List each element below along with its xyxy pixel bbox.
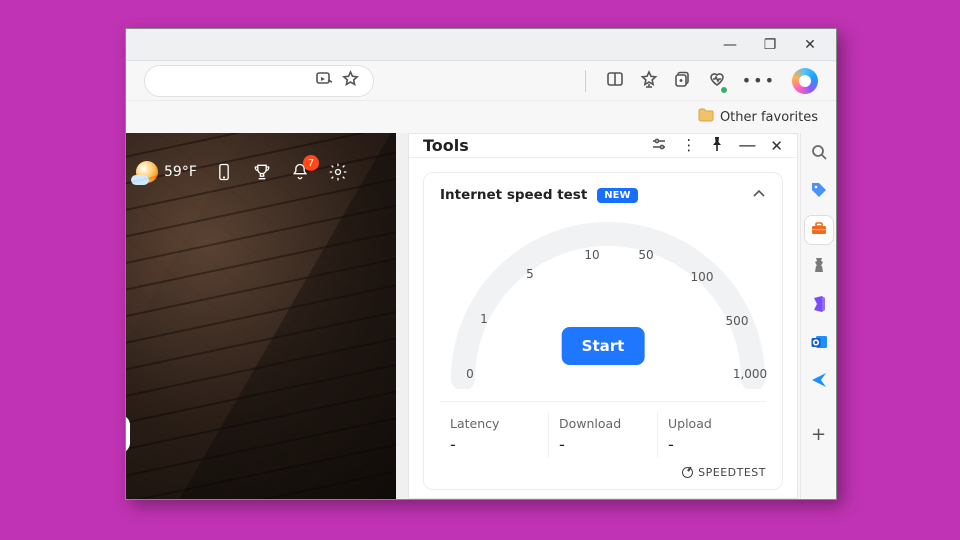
gauge-tick: 5 bbox=[526, 267, 534, 281]
notifications-bell-icon[interactable]: 7 bbox=[289, 161, 311, 183]
rewards-trophy-icon[interactable] bbox=[251, 161, 273, 183]
mobile-icon[interactable] bbox=[213, 161, 235, 183]
chess-icon[interactable] bbox=[808, 257, 830, 279]
close-panel-icon[interactable]: ✕ bbox=[770, 137, 783, 155]
collapse-chevron-icon[interactable] bbox=[752, 188, 766, 203]
close-window-button[interactable]: ✕ bbox=[790, 31, 830, 59]
gauge-tick: 1,000 bbox=[733, 367, 767, 381]
split-screen-icon[interactable] bbox=[606, 70, 624, 92]
browser-toolbar: ••• bbox=[126, 61, 836, 101]
filter-icon[interactable] bbox=[651, 136, 667, 156]
gauge-tick: 500 bbox=[726, 314, 749, 328]
speedtest-brand: SPEEDTEST bbox=[440, 466, 766, 479]
card-title: Internet speed test bbox=[440, 187, 587, 203]
metric-upload: Upload - bbox=[658, 412, 766, 458]
metric-label: Download bbox=[559, 416, 647, 431]
new-badge: NEW bbox=[597, 188, 637, 203]
tools-panel: Tools ⋮ — ✕ Internet speed test NEW bbox=[408, 133, 798, 499]
gauge-tick: 100 bbox=[691, 270, 714, 284]
search-icon[interactable] bbox=[808, 143, 830, 165]
settings-gear-icon[interactable] bbox=[327, 161, 349, 183]
pin-icon[interactable] bbox=[710, 136, 724, 156]
gauge-tick: 50 bbox=[638, 248, 653, 262]
start-button[interactable]: Start bbox=[562, 327, 645, 365]
toolbox-icon[interactable] bbox=[808, 219, 830, 241]
edge-tab-handle[interactable] bbox=[126, 415, 130, 453]
minimize-button[interactable]: — bbox=[710, 31, 750, 59]
send-icon[interactable] bbox=[808, 371, 830, 393]
metric-download: Download - bbox=[549, 412, 658, 458]
more-vert-icon[interactable]: ⋮ bbox=[681, 143, 696, 148]
metric-label: Upload bbox=[668, 416, 756, 431]
folder-icon bbox=[698, 108, 714, 126]
tag-icon[interactable] bbox=[808, 181, 830, 203]
maximize-button[interactable]: ❐ bbox=[750, 31, 790, 59]
notification-badge: 7 bbox=[303, 155, 319, 171]
media-icon[interactable] bbox=[315, 70, 332, 91]
separator bbox=[585, 70, 586, 92]
favorite-star-icon[interactable] bbox=[342, 70, 359, 91]
address-bar[interactable] bbox=[144, 65, 374, 97]
speedtest-logo-icon bbox=[682, 467, 693, 478]
gauge-tick: 1 bbox=[480, 312, 488, 326]
minimize-panel-icon[interactable]: — bbox=[738, 135, 756, 156]
gauge-tick: 10 bbox=[584, 248, 599, 262]
temperature-label: 59°F bbox=[164, 164, 197, 180]
sidebar-rail: + bbox=[800, 133, 836, 499]
collections-icon[interactable] bbox=[674, 70, 692, 92]
metric-value: - bbox=[559, 435, 647, 454]
outlook-icon[interactable] bbox=[808, 333, 830, 355]
gauge-tick: 0 bbox=[466, 367, 474, 381]
health-icon[interactable] bbox=[708, 70, 726, 92]
favorites-icon[interactable] bbox=[640, 70, 658, 92]
metric-value: - bbox=[450, 435, 538, 454]
office-icon[interactable] bbox=[808, 295, 830, 317]
favorites-bar: Other favorites bbox=[126, 101, 836, 133]
page-content: 59°F 7 bbox=[126, 133, 396, 499]
metric-value: - bbox=[668, 435, 756, 454]
weather-widget[interactable]: 59°F bbox=[136, 161, 197, 183]
browser-window: — ❐ ✕ bbox=[125, 28, 837, 500]
panel-title: Tools bbox=[423, 136, 469, 155]
toolbar-actions: ••• bbox=[581, 68, 818, 94]
tools-panel-header: Tools ⋮ — ✕ bbox=[409, 134, 797, 158]
metric-latency: Latency - bbox=[440, 412, 549, 458]
metrics-row: Latency - Download - Upload - bbox=[440, 401, 766, 458]
speed-gauge: Start 0 1 5 10 50 100 500 1,000 bbox=[440, 219, 766, 399]
page-action-bar: 59°F 7 bbox=[130, 155, 392, 189]
window-titlebar: — ❐ ✕ bbox=[126, 29, 836, 61]
weather-icon bbox=[136, 161, 158, 183]
add-sidebar-item-button[interactable]: + bbox=[808, 423, 830, 445]
other-favorites-link[interactable]: Other favorites bbox=[720, 110, 818, 125]
speedtest-card: Internet speed test NEW Start 0 1 5 10 50 100… bbox=[423, 172, 783, 490]
more-icon[interactable]: ••• bbox=[742, 71, 776, 90]
copilot-icon[interactable] bbox=[792, 68, 818, 94]
metric-label: Latency bbox=[450, 416, 538, 431]
